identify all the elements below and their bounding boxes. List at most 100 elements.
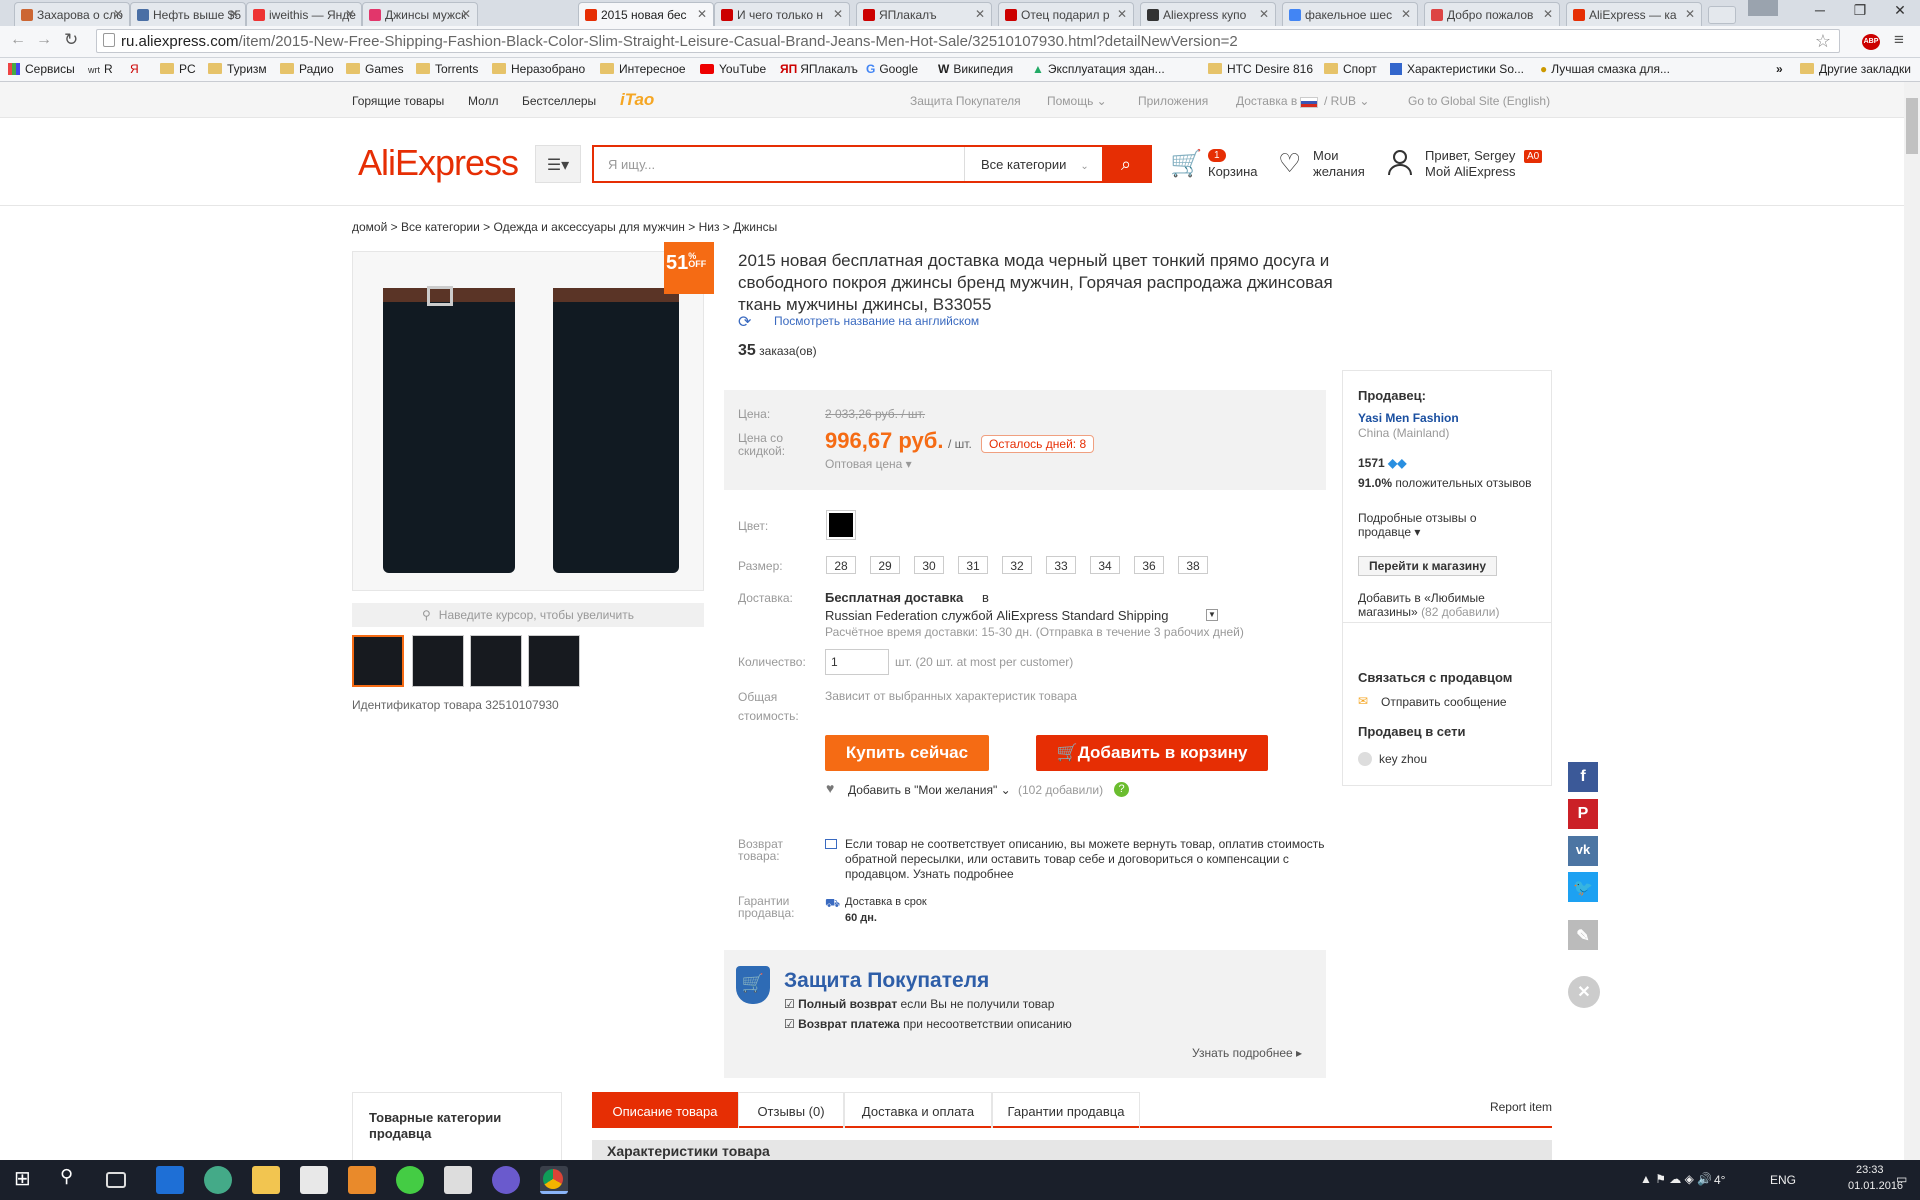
- media-player-icon[interactable]: [348, 1166, 376, 1194]
- edit-icon[interactable]: ✎: [1568, 920, 1598, 950]
- xbox-icon[interactable]: [396, 1166, 424, 1194]
- thumbnail-1[interactable]: [352, 635, 404, 687]
- seller-name-link[interactable]: Yasi Men Fashion: [1358, 411, 1459, 425]
- nav-currency[interactable]: / RUB ⌄: [1324, 94, 1369, 108]
- tray-icons[interactable]: ▲ ⚑ ☁ ◈ 🔊: [1640, 1172, 1712, 1186]
- shipping-dropdown-icon[interactable]: ▼: [1206, 609, 1218, 621]
- close-tab-icon[interactable]: ✕: [461, 7, 471, 21]
- facebook-share-icon[interactable]: f: [1568, 762, 1598, 792]
- clock-time[interactable]: 23:33: [1856, 1164, 1884, 1176]
- bookmark-apps[interactable]: Сервисы: [8, 62, 75, 76]
- size-option[interactable]: 28: [826, 556, 856, 574]
- back-icon[interactable]: ←: [10, 31, 26, 49]
- browser-tab[interactable]: Джинсы мужск ✕: [362, 2, 478, 26]
- size-option[interactable]: 34: [1090, 556, 1120, 574]
- browser-tab[interactable]: ЯПлакалъ ✕: [856, 2, 992, 26]
- close-tab-icon[interactable]: ✕: [113, 7, 123, 21]
- close-tab-icon[interactable]: ✕: [833, 7, 843, 21]
- wishlist-link[interactable]: Мои желания: [1313, 148, 1365, 180]
- nav-bestsellers[interactable]: Бестселлеры: [522, 94, 596, 108]
- browser-tab[interactable]: Добро пожалов ✕: [1424, 2, 1560, 26]
- nav-global-site[interactable]: Go to Global Site (English): [1408, 94, 1550, 108]
- thumbnail-3[interactable]: [470, 635, 522, 687]
- bookmark-item[interactable]: ▲ Эксплуатация здан...: [1032, 62, 1165, 76]
- browser-tab[interactable]: Захарова о сло ✕: [14, 2, 130, 26]
- quantity-input[interactable]: 1: [825, 649, 889, 675]
- close-tab-icon[interactable]: ✕: [1401, 7, 1411, 21]
- protection-learn-more-link[interactable]: Узнать подробнее ▸: [1192, 1046, 1302, 1060]
- clock-date[interactable]: 01.01.2016: [1848, 1180, 1903, 1192]
- tab-description[interactable]: Описание товара: [592, 1092, 738, 1128]
- browser-tab[interactable]: iweithis — Янде ✕: [246, 2, 362, 26]
- size-option[interactable]: 36: [1134, 556, 1164, 574]
- close-tab-icon[interactable]: ✕: [229, 7, 239, 21]
- menu-icon[interactable]: ≡: [1894, 30, 1904, 50]
- thumbnail-2[interactable]: [412, 635, 464, 687]
- size-option[interactable]: 29: [870, 556, 900, 574]
- view-english-title-link[interactable]: Посмотреть название на английском: [774, 314, 979, 328]
- user-icon[interactable]: [1386, 148, 1414, 176]
- my-aliexpress-link[interactable]: Мой AliExpress: [1425, 164, 1516, 180]
- close-tab-icon[interactable]: ✕: [1543, 7, 1553, 21]
- bookmark-item[interactable]: ● Лучшая смазка для...: [1540, 62, 1670, 76]
- size-option[interactable]: 33: [1046, 556, 1076, 574]
- bookmark-folder[interactable]: Неразобрано: [492, 62, 585, 76]
- notifications-icon[interactable]: ▭: [1896, 1172, 1907, 1186]
- size-option[interactable]: 31: [958, 556, 988, 574]
- vertical-scrollbar[interactable]: [1904, 82, 1920, 1160]
- task-view-icon[interactable]: [106, 1172, 126, 1188]
- add-wishlist-link[interactable]: Добавить в "Мои желания" ⌄: [848, 783, 1011, 797]
- online-user[interactable]: key zhou: [1379, 752, 1427, 766]
- nav-ship-to[interactable]: Доставка в: [1236, 94, 1297, 108]
- browser-tab-active[interactable]: 2015 новая бес ✕: [578, 2, 714, 26]
- bookmark-item[interactable]: ЯП ЯПлакалъ: [780, 62, 858, 76]
- tor-icon[interactable]: [492, 1166, 520, 1194]
- search-button[interactable]: ⌕: [1102, 147, 1150, 181]
- minimize-icon[interactable]: ─: [1800, 2, 1840, 22]
- visit-store-button[interactable]: Перейти к магазину: [1358, 556, 1498, 576]
- browser-tab[interactable]: И чего только н ✕: [714, 2, 850, 26]
- close-tab-icon[interactable]: ✕: [1117, 7, 1127, 21]
- add-favorite-store-link[interactable]: Добавить в «Любимые магазины» (82 добави…: [1358, 591, 1528, 619]
- browser-tab[interactable]: Aliexpress купо ✕: [1140, 2, 1276, 26]
- browser-tab[interactable]: Отец подарил р ✕: [998, 2, 1134, 26]
- restore-icon[interactable]: ❐: [1840, 2, 1880, 22]
- bookmarks-overflow[interactable]: »: [1776, 62, 1783, 76]
- aliexpress-logo[interactable]: AliExpress: [358, 142, 519, 184]
- twitter-share-icon[interactable]: 🐦: [1568, 872, 1598, 902]
- new-tab-button[interactable]: [1708, 6, 1736, 24]
- windows-start-icon[interactable]: ⊞: [14, 1166, 42, 1194]
- bookmark-folder[interactable]: Туризм: [208, 62, 267, 76]
- tab-reviews[interactable]: Отзывы (0): [738, 1092, 844, 1128]
- heart-icon[interactable]: ♡: [1278, 148, 1301, 179]
- help-icon[interactable]: ?: [1114, 782, 1129, 797]
- bookmark-folder[interactable]: PC: [160, 62, 196, 76]
- tab-guarantees[interactable]: Гарантии продавца: [992, 1092, 1140, 1128]
- tab-shipping[interactable]: Доставка и оплата: [844, 1092, 992, 1128]
- color-swatch-black[interactable]: [826, 510, 856, 540]
- bookmark-google[interactable]: G Google: [866, 62, 918, 76]
- size-option[interactable]: 38: [1178, 556, 1208, 574]
- chrome-taskbar-icon[interactable]: [540, 1166, 568, 1194]
- buy-now-button[interactable]: Купить сейчас: [825, 735, 989, 771]
- nav-buyer-protection[interactable]: Защита Покупателя: [910, 94, 1021, 108]
- itao-logo[interactable]: iTao: [620, 90, 654, 110]
- nav-mall[interactable]: Молл: [468, 94, 499, 108]
- edge-icon[interactable]: [156, 1166, 184, 1194]
- store-icon[interactable]: [300, 1166, 328, 1194]
- seller-feedback-link[interactable]: Подробные отзывы о продавце ▾: [1358, 511, 1508, 539]
- size-option[interactable]: 32: [1002, 556, 1032, 574]
- browser-tab[interactable]: факельное шес ✕: [1282, 2, 1418, 26]
- product-main-image[interactable]: [352, 251, 704, 591]
- vk-share-icon[interactable]: vk: [1568, 836, 1598, 866]
- close-share-icon[interactable]: ✕: [1568, 976, 1600, 1008]
- seller-score[interactable]: 1571 ◆◆: [1358, 456, 1407, 470]
- search-icon[interactable]: ⚲: [60, 1166, 88, 1194]
- close-tab-icon[interactable]: ✕: [345, 7, 355, 21]
- bookmark-youtube[interactable]: YouTube: [700, 62, 766, 76]
- language-indicator[interactable]: ENG: [1770, 1173, 1796, 1187]
- browser-tab[interactable]: AliExpress — ка ✕: [1566, 2, 1702, 26]
- bookmark-folder[interactable]: Радио: [280, 62, 334, 76]
- bookmark-folder[interactable]: Спорт: [1324, 62, 1377, 76]
- adblock-icon[interactable]: ABP: [1862, 34, 1880, 50]
